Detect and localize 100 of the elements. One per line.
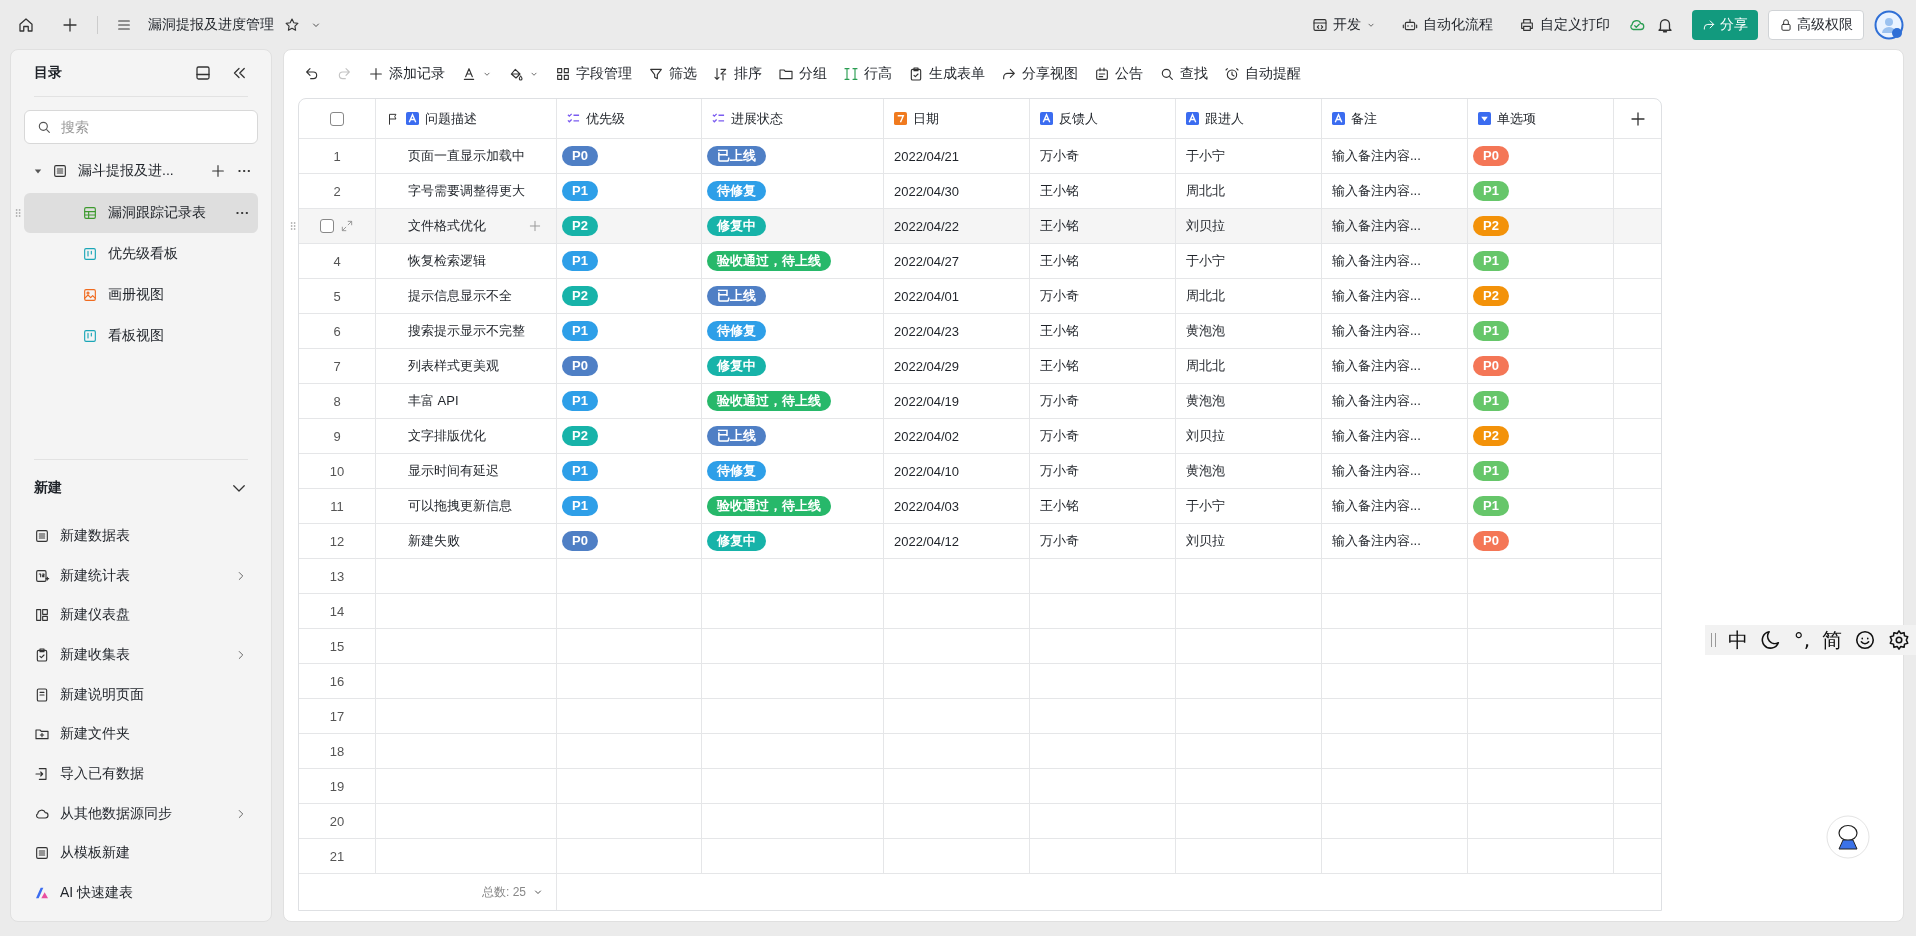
code-window-icon <box>1312 16 1328 33</box>
moon-icon[interactable] <box>1759 629 1782 651</box>
checkbox[interactable] <box>320 219 334 233</box>
table-cell: 输入备注内容... <box>1332 392 1421 410</box>
share-button[interactable]: 分享 <box>1692 9 1758 40</box>
tag: 已上线 <box>707 146 766 166</box>
column-header[interactable]: 日期 <box>884 99 1030 138</box>
top-action-button[interactable]: 开发 <box>1304 15 1384 34</box>
table-cell: 黄泡泡 <box>1186 462 1225 480</box>
tag: P0 <box>562 146 598 166</box>
tag: P0 <box>1473 146 1509 166</box>
column-header[interactable]: 进展状态 <box>702 99 884 138</box>
top-action-button[interactable]: 自定义打印 <box>1511 15 1618 34</box>
ime-button[interactable]: 中 <box>1727 626 1748 654</box>
table-cell: 万小奇 <box>1040 287 1079 305</box>
menu-item[interactable]: 从模板新建 <box>34 833 248 874</box>
section-title: 新建 <box>34 479 63 498</box>
menu-item[interactable]: 新建说明页面 <box>34 674 248 715</box>
view-item[interactable]: 画册视图 <box>24 275 258 315</box>
image-icon <box>82 287 98 303</box>
ime-button[interactable]: °, <box>1793 628 1810 652</box>
menu-item[interactable]: 从其他数据源同步 <box>34 793 248 834</box>
star-icon[interactable] <box>284 16 300 33</box>
toolbar-button[interactable]: 自动提醒 <box>1218 59 1307 89</box>
table-cell: 王小铭 <box>1040 497 1079 515</box>
row-height-icon <box>843 66 859 82</box>
filter-icon <box>648 66 664 82</box>
tag: 修复中 <box>707 531 766 551</box>
row-number: 17 <box>329 708 345 724</box>
import-icon <box>34 766 50 783</box>
row-number: 14 <box>329 603 345 619</box>
table-cell: 输入备注内容... <box>1332 322 1421 340</box>
column-header[interactable]: 跟进人 <box>1176 99 1322 138</box>
plus-icon[interactable] <box>210 163 226 179</box>
checkbox[interactable] <box>330 111 344 126</box>
printer-icon <box>1519 16 1535 33</box>
menu-item[interactable]: 新建数据表 <box>34 516 248 556</box>
flag-icon <box>386 111 400 126</box>
view-item[interactable]: 看板视图 <box>24 316 258 356</box>
column-header[interactable]: 备注 <box>1322 99 1468 138</box>
list-icon <box>52 163 68 179</box>
column-header[interactable]: 问题描述 <box>376 99 557 138</box>
menu-item[interactable]: AI 快速建表 <box>34 873 248 913</box>
smiley-icon[interactable] <box>1854 629 1876 651</box>
tag: P1 <box>562 251 598 271</box>
list-icon <box>34 527 50 544</box>
view-item[interactable]: 优先级看板 <box>24 234 258 274</box>
plus-icon <box>368 66 384 82</box>
search-field[interactable]: 搜索 <box>24 110 258 144</box>
menu-item[interactable]: 新建文件夹 <box>34 714 248 755</box>
table-cell: 2022/04/22 <box>894 218 960 234</box>
table-cell: 列表样式更美观 <box>408 357 499 375</box>
table-cell: 输入备注内容... <box>1332 182 1421 200</box>
row-number: 19 <box>329 778 345 794</box>
expand-triangle-icon[interactable] <box>34 167 42 175</box>
row-number: 18 <box>329 743 345 759</box>
toolbar-button[interactable]: 排序 <box>707 59 768 89</box>
top-action-button[interactable]: 自动化流程 <box>1394 15 1501 34</box>
settings-icon[interactable] <box>1888 629 1910 651</box>
panel-icon[interactable] <box>194 64 212 82</box>
toolbar-button[interactable]: 添加记录 <box>362 59 451 89</box>
text-field-icon <box>406 112 419 125</box>
toolbar-button[interactable]: 公告 <box>1088 59 1149 89</box>
table-cell: 2022/04/10 <box>894 463 960 479</box>
toolbar-button[interactable]: 查找 <box>1153 59 1214 89</box>
column-header[interactable]: 反馈人 <box>1030 99 1176 138</box>
kanban-icon <box>82 328 98 344</box>
record-count[interactable]: 总数: 25 <box>482 883 526 901</box>
date-field-icon <box>894 112 907 125</box>
toolbar-button[interactable]: 行高 <box>837 59 898 89</box>
toolbar-button[interactable]: 生成表单 <box>902 59 991 89</box>
table-cell: 搜索提示显示不完整 <box>408 322 525 340</box>
text-field-icon <box>1186 112 1199 125</box>
table-cell: 刘贝拉 <box>1186 217 1225 235</box>
menu-item[interactable]: 导入已有数据 <box>34 754 248 794</box>
avatar[interactable] <box>1874 9 1904 40</box>
menu-item[interactable]: 新建收集表 <box>34 635 248 675</box>
toolbar-button[interactable]: 分享视图 <box>995 59 1084 89</box>
table-cell: 周北北 <box>1186 357 1225 375</box>
ime-button[interactable]: 简 <box>1822 626 1842 654</box>
column-header[interactable]: 单选项 <box>1468 99 1614 138</box>
permission-button[interactable]: 高级权限 <box>1768 9 1864 40</box>
tree-item[interactable]: 漏斗提报及进... <box>24 150 258 192</box>
menu-item[interactable]: 新建仪表盘 <box>34 595 248 636</box>
assistant-icon[interactable] <box>1826 815 1870 859</box>
tag: 已上线 <box>707 426 766 446</box>
table-cell: 王小铭 <box>1040 252 1079 270</box>
row-number: 11 <box>330 498 344 514</box>
table-cell: 2022/04/01 <box>894 288 960 304</box>
tag: P1 <box>1473 496 1509 516</box>
toolbar-button[interactable]: 分组 <box>772 59 833 89</box>
tag: P1 <box>562 181 598 201</box>
tag: 待修复 <box>707 461 766 481</box>
toolbar-button[interactable]: 筛选 <box>642 59 703 89</box>
column-header[interactable]: 优先级 <box>557 99 702 138</box>
row-number: 2 <box>333 183 341 199</box>
menu-item[interactable]: 新建统计表 <box>34 555 248 596</box>
expand-icon[interactable] <box>340 219 354 233</box>
toolbar-button[interactable]: 字段管理 <box>549 59 638 89</box>
document-title: 漏洞提报及进度管理 <box>148 15 274 34</box>
